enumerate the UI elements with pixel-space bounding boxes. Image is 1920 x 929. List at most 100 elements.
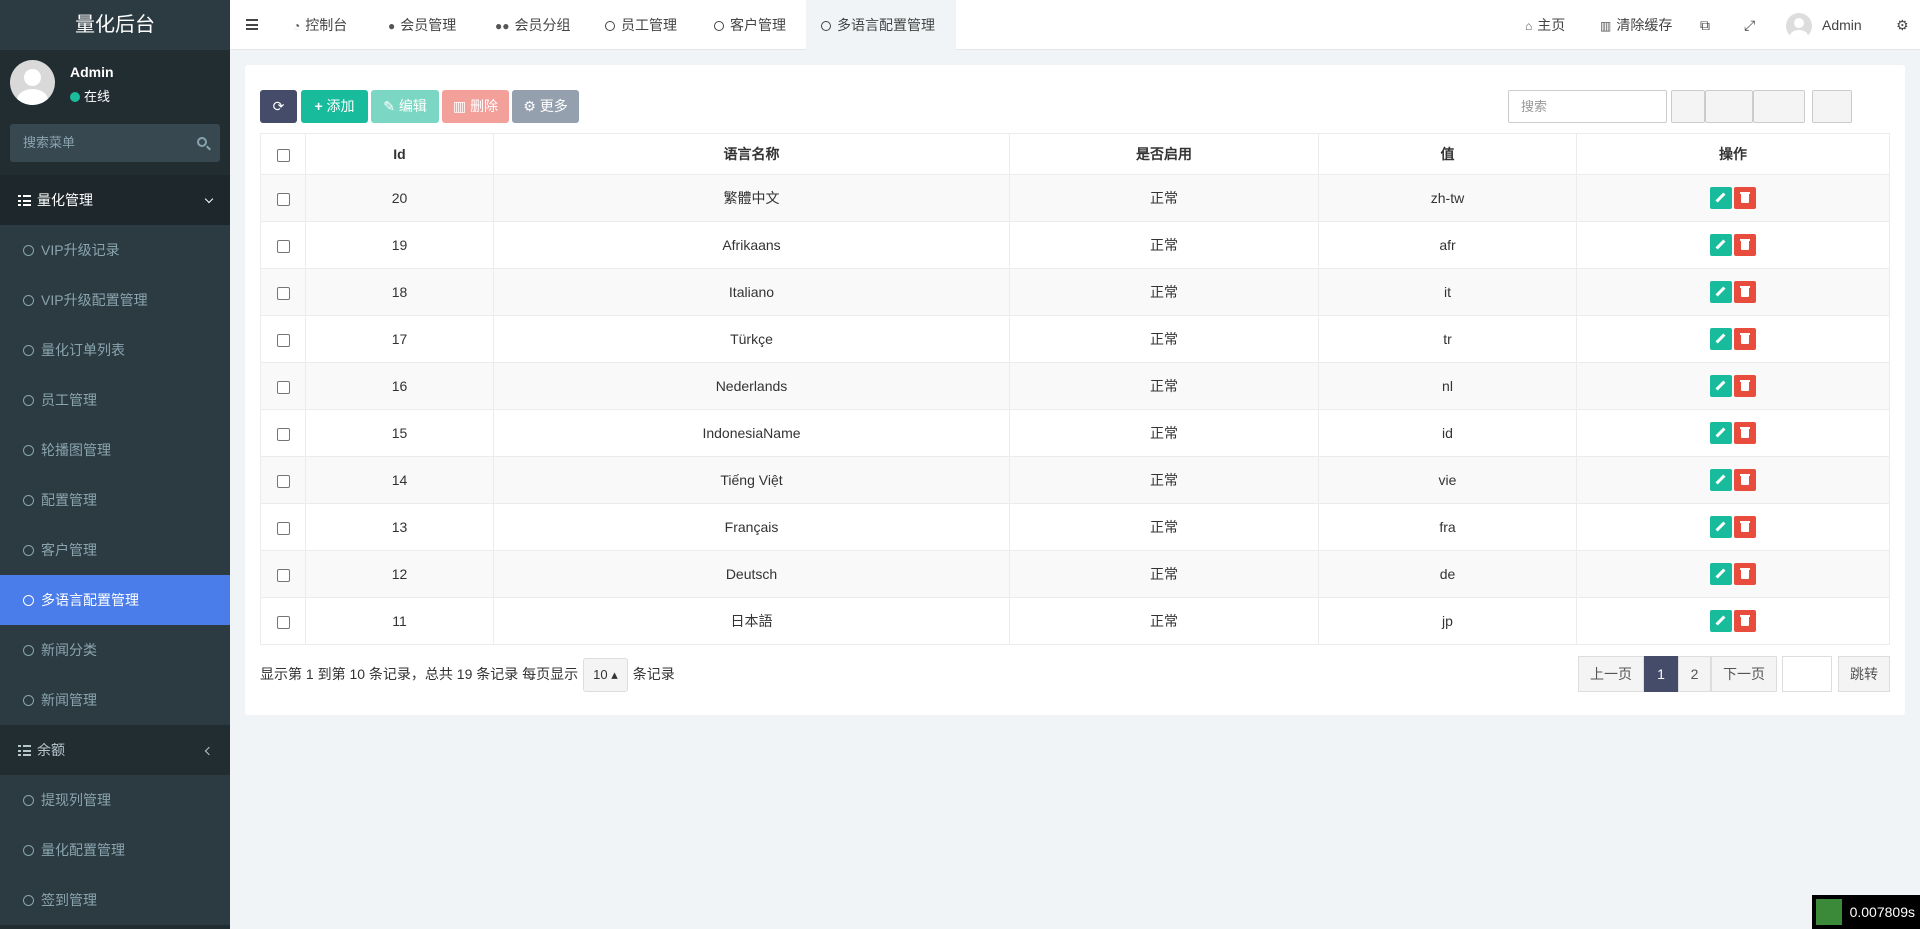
- row-delete-icon[interactable]: [1734, 610, 1756, 632]
- home-link[interactable]: ⌂ 主页: [1525, 0, 1565, 50]
- export-button[interactable]: [1753, 90, 1805, 123]
- user-menu[interactable]: Admin: [1786, 0, 1862, 50]
- row-edit-icon[interactable]: [1710, 563, 1732, 585]
- row-edit-icon[interactable]: [1710, 610, 1732, 632]
- refresh-button[interactable]: ⟳: [260, 90, 297, 123]
- sidebar-item[interactable]: VIP升级记录: [0, 225, 230, 275]
- sidebar-group-balance[interactable]: 余额: [0, 725, 230, 775]
- row-edit-icon[interactable]: [1710, 234, 1732, 256]
- row-edit-icon[interactable]: [1710, 281, 1732, 303]
- row-checkbox[interactable]: [276, 521, 290, 535]
- fullscreen-icon[interactable]: ⤢: [1744, 0, 1755, 50]
- sidebar-item[interactable]: 轮播图管理: [0, 425, 230, 475]
- app-logo[interactable]: 量化后台: [0, 0, 230, 50]
- row-checkbox[interactable]: [276, 380, 290, 394]
- table-row[interactable]: 18 Italiano 正常 it: [260, 268, 1890, 316]
- sidebar-item[interactable]: 多语言配置管理: [0, 575, 230, 625]
- sidebar-item[interactable]: 量化订单列表: [0, 325, 230, 375]
- cell-value: de: [1318, 550, 1577, 598]
- col-enabled[interactable]: 是否启用: [1009, 133, 1319, 175]
- row-edit-icon[interactable]: [1710, 422, 1732, 444]
- row-delete-icon[interactable]: [1734, 469, 1756, 491]
- gear-icon: ⚙: [523, 98, 540, 114]
- sidebar-item[interactable]: 提现列管理: [0, 775, 230, 825]
- row-delete-icon[interactable]: [1734, 422, 1756, 444]
- cell-id: 20: [305, 174, 494, 222]
- sidebar-item[interactable]: 签到管理: [0, 875, 230, 925]
- row-delete-icon[interactable]: [1734, 516, 1756, 538]
- sidebar-search-input[interactable]: 搜索菜单: [10, 124, 220, 162]
- select-all-checkbox[interactable]: [276, 148, 290, 162]
- toggle-view-button[interactable]: [1671, 90, 1705, 123]
- more-button[interactable]: ⚙ 更多: [512, 90, 579, 123]
- row-delete-icon[interactable]: [1734, 328, 1756, 350]
- table-row[interactable]: 20 繁體中文 正常 zh-tw: [260, 174, 1890, 222]
- prev-page-button[interactable]: 上一页: [1578, 656, 1644, 692]
- page-size-select[interactable]: 10 ▴: [583, 658, 628, 693]
- perf-indicator: 0.007809s: [1812, 895, 1920, 929]
- row-delete-icon[interactable]: [1734, 281, 1756, 303]
- page-2-button[interactable]: 2: [1678, 656, 1711, 692]
- row-checkbox[interactable]: [276, 615, 290, 629]
- circle-icon: [605, 21, 615, 31]
- row-checkbox[interactable]: [276, 568, 290, 582]
- jump-button[interactable]: 跳转: [1838, 656, 1890, 692]
- tab-language-config[interactable]: 多语言配置管理: [806, 0, 956, 50]
- row-checkbox[interactable]: [276, 192, 290, 206]
- add-button[interactable]: + 添加: [301, 90, 368, 123]
- tab-members[interactable]: ● 会员管理: [380, 0, 480, 50]
- sidebar-item[interactable]: VIP升级配置管理: [0, 275, 230, 325]
- sidebar-item[interactable]: 新闻管理: [0, 675, 230, 725]
- sidebar-item[interactable]: 量化配置管理: [0, 825, 230, 875]
- row-checkbox[interactable]: [276, 427, 290, 441]
- row-delete-icon[interactable]: [1734, 375, 1756, 397]
- sidebar-item[interactable]: 客户管理: [0, 525, 230, 575]
- table-search-input[interactable]: 搜索: [1508, 90, 1667, 123]
- row-checkbox[interactable]: [276, 474, 290, 488]
- row-edit-icon[interactable]: [1710, 516, 1732, 538]
- sidebar-item[interactable]: 配置管理: [0, 475, 230, 525]
- menu-toggle-icon[interactable]: [246, 19, 258, 30]
- table-row[interactable]: 15 IndonesiaName 正常 id: [260, 409, 1890, 457]
- columns-button[interactable]: [1705, 90, 1753, 123]
- table-row[interactable]: 13 Français 正常 fra: [260, 503, 1890, 551]
- tab-staff[interactable]: 员工管理: [597, 0, 697, 50]
- col-name[interactable]: 语言名称: [493, 133, 1010, 175]
- table-row[interactable]: 19 Afrikaans 正常 afr: [260, 221, 1890, 269]
- row-edit-icon[interactable]: [1710, 469, 1732, 491]
- row-checkbox[interactable]: [276, 286, 290, 300]
- cell-status: 正常: [1009, 174, 1319, 222]
- row-edit-icon[interactable]: [1710, 328, 1732, 350]
- table-row[interactable]: 16 Nederlands 正常 nl: [260, 362, 1890, 410]
- col-value[interactable]: 值: [1318, 133, 1577, 175]
- row-checkbox[interactable]: [276, 333, 290, 347]
- row-edit-icon[interactable]: [1710, 375, 1732, 397]
- row-delete-icon[interactable]: [1734, 187, 1756, 209]
- col-id[interactable]: Id: [305, 133, 494, 175]
- language-toggle-icon[interactable]: ⧉: [1700, 0, 1710, 50]
- tab-member-groups[interactable]: ●● 会员分组: [487, 0, 587, 50]
- table-row[interactable]: 14 Tiếng Việt 正常 vie: [260, 456, 1890, 504]
- page-1-button[interactable]: 1: [1644, 656, 1678, 692]
- jump-page-input[interactable]: [1782, 656, 1832, 692]
- search-toggle-button[interactable]: [1812, 90, 1852, 123]
- table-row[interactable]: 17 Türkçe 正常 tr: [260, 315, 1890, 363]
- next-page-button[interactable]: 下一页: [1711, 656, 1777, 692]
- clear-cache-button[interactable]: ▥ 清除缓存: [1600, 0, 1672, 50]
- plus-icon: +: [314, 98, 327, 114]
- edit-button[interactable]: ✎ 编辑: [371, 90, 439, 123]
- sidebar-item[interactable]: 新闻分类: [0, 625, 230, 675]
- tab-customers[interactable]: 客户管理: [706, 0, 806, 50]
- sidebar-item[interactable]: 员工管理: [0, 375, 230, 425]
- row-checkbox[interactable]: [276, 239, 290, 253]
- cell-value: jp: [1318, 597, 1577, 645]
- sidebar-group-quant[interactable]: 量化管理: [0, 175, 230, 225]
- row-delete-icon[interactable]: [1734, 234, 1756, 256]
- table-row[interactable]: 11 日本語 正常 jp: [260, 597, 1890, 645]
- settings-icon[interactable]: ⚙: [1896, 0, 1909, 50]
- table-row[interactable]: 12 Deutsch 正常 de: [260, 550, 1890, 598]
- row-edit-icon[interactable]: [1710, 187, 1732, 209]
- delete-button[interactable]: ▥ 删除: [442, 90, 509, 123]
- row-delete-icon[interactable]: [1734, 563, 1756, 585]
- tab-dashboard[interactable]: ◔ 控制台: [285, 0, 370, 50]
